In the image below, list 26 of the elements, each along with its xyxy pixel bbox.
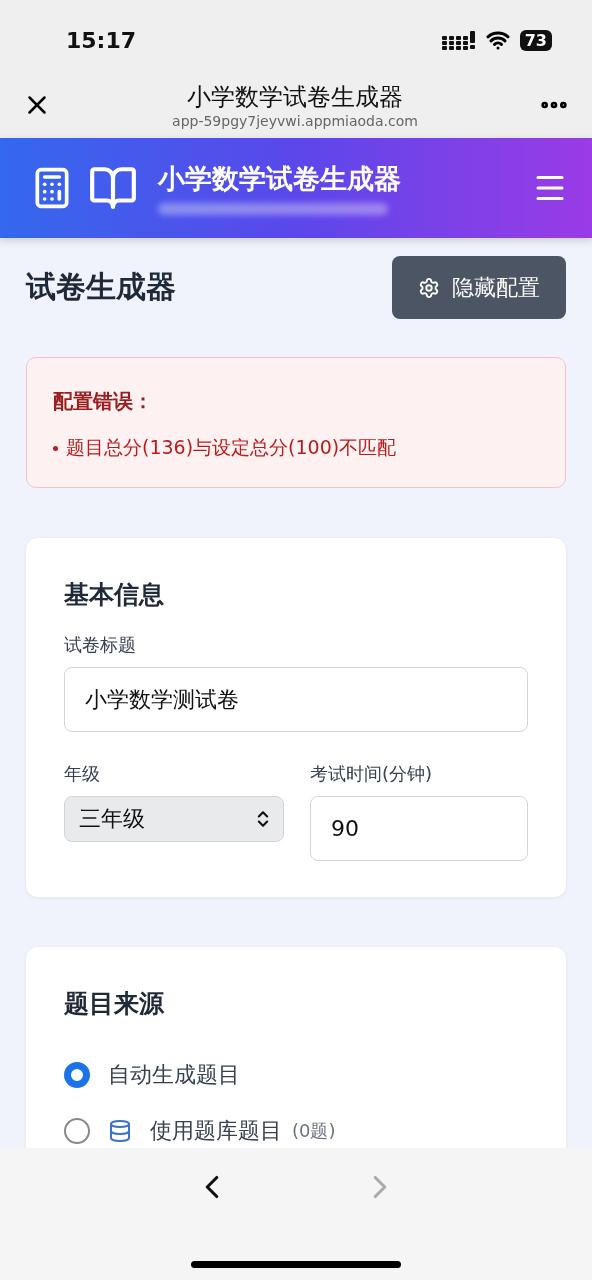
question-count: (0题): [292, 1119, 336, 1143]
hide-config-button[interactable]: 隐藏配置: [392, 256, 566, 319]
grade-select[interactable]: 三年级: [64, 796, 284, 842]
page-title: 试卷生成器: [26, 268, 176, 306]
option-label[interactable]: 使用题库题目: [150, 1116, 282, 1146]
page-url: app-59pgy7jeyvwi.appmiaoda.com: [172, 113, 418, 129]
field-label: 年级: [64, 762, 101, 786]
time-input[interactable]: 90: [310, 796, 528, 861]
option-label[interactable]: 自动生成题目: [108, 1060, 240, 1090]
battery-level: 73: [519, 29, 552, 51]
error-message: 题目总分(136)与设定总分(100)不匹配: [53, 435, 539, 461]
settings-icon: [418, 276, 440, 299]
status-time: 15:17: [66, 27, 137, 53]
field-label: 试卷标题: [64, 633, 137, 657]
app-title: 小学数学试卷生成器: [158, 162, 402, 196]
title-input[interactable]: 小学数学测试卷: [64, 667, 528, 732]
field-label: 考试时间(分钟): [310, 762, 434, 786]
database-icon: [108, 1119, 132, 1143]
section-title: 题目来源: [64, 988, 165, 1020]
browser-title: 小学数学试卷生成器: [187, 82, 403, 113]
section-title: 基本信息: [64, 579, 165, 611]
error-title: 配置错误：: [53, 388, 154, 415]
radio-button[interactable]: [64, 1118, 90, 1144]
bullet-icon: [53, 446, 58, 451]
signal-icon: [441, 30, 476, 50]
radio-button[interactable]: [64, 1062, 90, 1088]
